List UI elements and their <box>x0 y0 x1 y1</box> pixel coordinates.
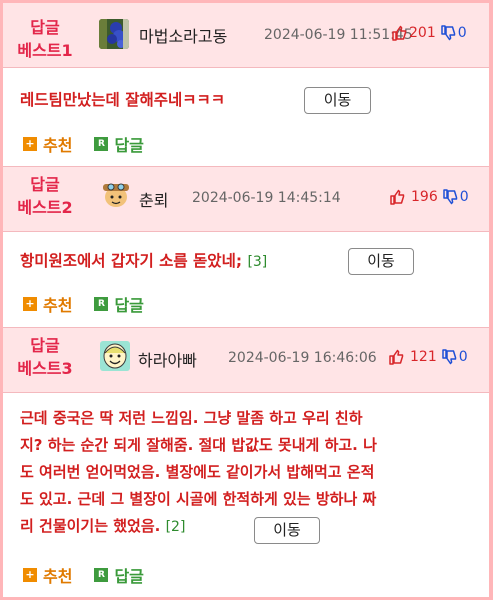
post-date: 2024-06-19 16:46:06 <box>228 350 377 366</box>
vote-area: 121 0 <box>388 349 468 365</box>
comment-text: 항미원조에서 갑자기 소름 돋았네; [3] <box>20 252 268 270</box>
thumbs-up-icon[interactable] <box>391 25 407 41</box>
post-date: 2024-06-19 14:45:14 <box>192 190 341 206</box>
comment-actions: + 추천 R 답글 <box>23 132 166 156</box>
divider <box>3 231 489 232</box>
reply-button[interactable]: R 답글 <box>94 132 144 156</box>
comment-list: 답글 베스트1 마법소라고동 2024-06-19 11:51:45 201 0… <box>3 3 489 597</box>
divider <box>3 67 489 68</box>
vote-area: 201 0 <box>391 25 467 41</box>
upvote-count: 196 <box>411 189 438 205</box>
author-nickname[interactable]: 마법소라고동 <box>139 23 227 47</box>
upvote-count: 201 <box>409 25 436 41</box>
divider <box>3 392 489 393</box>
reply-r-icon: R <box>94 297 109 311</box>
author-nickname[interactable]: 하라아빠 <box>138 347 197 371</box>
recommend-button[interactable]: + 추천 <box>23 132 72 156</box>
downvote-count: 0 <box>459 189 469 205</box>
thumbs-down-icon[interactable] <box>442 189 458 205</box>
thumbs-up-icon[interactable] <box>388 349 404 365</box>
recommend-button[interactable]: + 추천 <box>23 292 72 316</box>
cartoon-character-avatar-icon[interactable] <box>101 179 131 209</box>
plus-icon: + <box>23 297 37 311</box>
reply-button[interactable]: R 답글 <box>94 563 144 587</box>
plus-icon: + <box>23 137 37 151</box>
comment-actions: + 추천 R 답글 <box>23 563 166 587</box>
thumbs-down-icon[interactable] <box>440 25 456 41</box>
comment-actions: + 추천 R 답글 <box>23 292 166 316</box>
comment-text: 근데 중국은 딱 저런 느낌임. 그냥 말좀 하고 우리 친하 지? 하는 순간… <box>20 409 377 535</box>
reply-count[interactable]: [2] <box>166 519 186 535</box>
reply-r-icon: R <box>94 568 109 582</box>
blue-flower-avatar-icon[interactable] <box>99 19 129 49</box>
thumbs-up-icon[interactable] <box>389 189 405 205</box>
reply-r-icon: R <box>94 137 109 151</box>
author-nickname[interactable]: 춘뢰 <box>139 187 168 211</box>
best-reply-badge: 답글 베스트1 <box>17 18 73 60</box>
reply-button[interactable]: R 답글 <box>94 292 144 316</box>
best-reply-badge: 답글 베스트2 <box>17 175 73 217</box>
comment-text: 레드팀만났는데 잘해주네ㅋㅋㅋ <box>20 91 226 109</box>
move-button[interactable]: 이동 <box>348 248 414 275</box>
move-button[interactable]: 이동 <box>304 87 371 114</box>
thumbs-down-icon[interactable] <box>441 349 457 365</box>
move-button[interactable]: 이동 <box>254 517 320 544</box>
downvote-count: 0 <box>458 349 468 365</box>
smiling-face-avatar-icon[interactable] <box>100 341 130 371</box>
vote-area: 196 0 <box>389 189 469 205</box>
best-reply-badge: 답글 베스트3 <box>17 336 73 378</box>
downvote-count: 0 <box>457 25 467 41</box>
recommend-button[interactable]: + 추천 <box>23 563 72 587</box>
upvote-count: 121 <box>410 349 437 365</box>
plus-icon: + <box>23 568 37 582</box>
reply-count[interactable]: [3] <box>247 254 267 270</box>
